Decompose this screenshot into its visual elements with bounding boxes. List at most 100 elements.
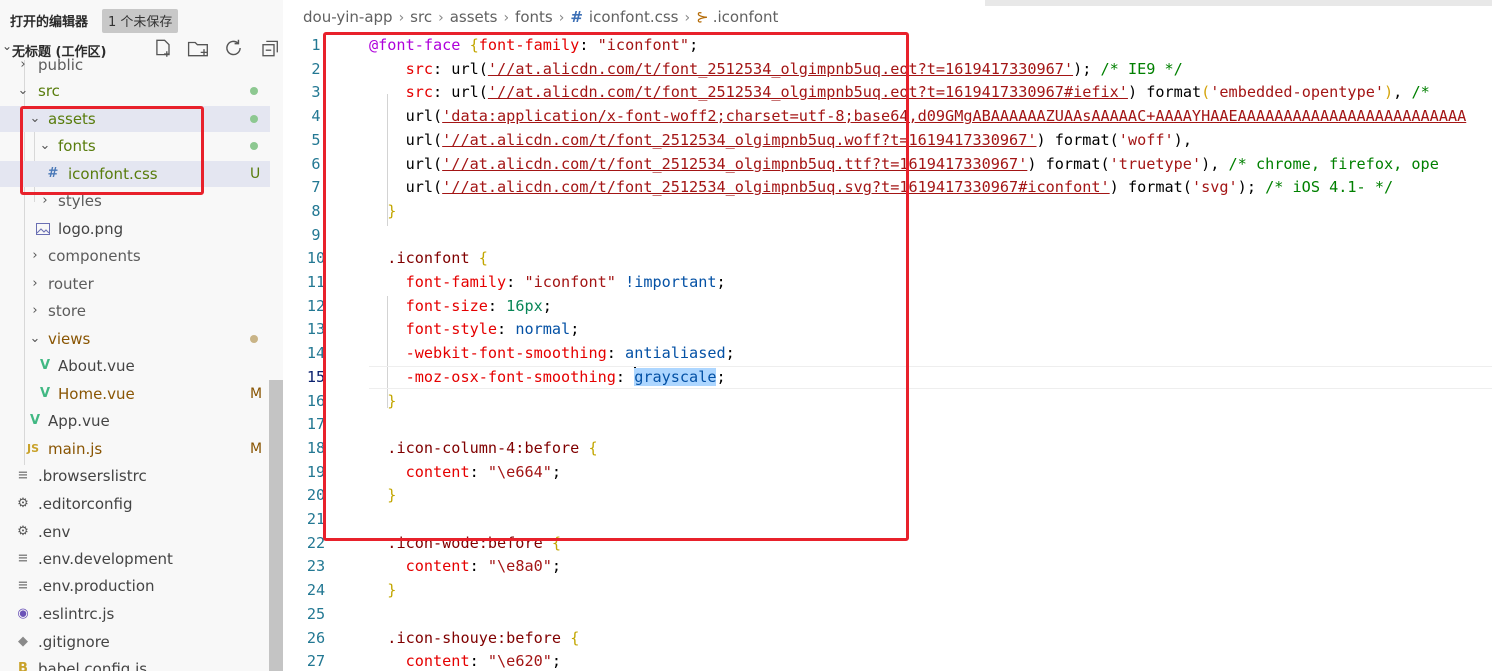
tree-file-editorconfig[interactable]: ⚙ .editorconfig (0, 491, 270, 517)
code-line[interactable]: 18 .icon-column-4:before { (283, 437, 1492, 461)
code-line[interactable]: 3 src: url('//at.alicdn.com/t/font_25125… (283, 81, 1492, 105)
code-line[interactable]: 6 url('//at.alicdn.com/t/font_2512534_ol… (283, 153, 1492, 177)
code-text: content: "\e8a0"; (369, 555, 561, 579)
breadcrumb-item[interactable]: iconfont.css (589, 8, 679, 26)
code-line[interactable]: 11 font-family: "iconfont" !important; (283, 271, 1492, 295)
code-line[interactable]: 16 } (283, 390, 1492, 414)
code-text: src: url('//at.alicdn.com/t/font_2512534… (369, 58, 1183, 82)
code-token: : (579, 36, 598, 54)
code-text: url('data:application/x-font-woff2;chars… (369, 105, 1467, 129)
code-line[interactable]: 17 (283, 413, 1492, 437)
tree-file-home-vue[interactable]: V Home.vue M (0, 381, 270, 407)
code-token: 16px (506, 296, 543, 315)
code-line[interactable]: 12 font-size: 16px; (283, 295, 1492, 319)
code-token: ) format (1127, 83, 1202, 102)
code-editor[interactable]: 1 @font-face {font-family: "iconfont"; 2 s… (283, 34, 1492, 671)
code-token: "\e8a0" (487, 557, 552, 576)
code-token: .icon-column-4:before (387, 438, 580, 457)
code-line[interactable]: 8 } (283, 200, 1492, 224)
code-line[interactable]: 13 font-style: normal; (283, 318, 1492, 342)
tree-file-eslintrc-js[interactable]: ◉ .eslintrc.js (0, 601, 270, 627)
code-line[interactable]: 15 -moz-osx-font-smoothing: grayscale; (283, 365, 1492, 390)
tree-file-env[interactable]: ⚙ .env (0, 519, 270, 545)
code-line[interactable]: 1 @font-face {font-family: "iconfont"; (283, 34, 1492, 58)
code-line[interactable]: 21 (283, 508, 1492, 532)
tree-folder-fonts[interactable]: ⌄ fonts (0, 133, 270, 159)
tree-file-main-js[interactable]: JS main.js M (0, 436, 270, 462)
code-line[interactable]: 19 content: "\e664"; (283, 461, 1492, 485)
code-token: ), (1201, 154, 1229, 173)
code-token: content (405, 652, 470, 671)
tree-file-iconfont-css[interactable]: # iconfont.css U (0, 161, 270, 187)
code-token: ); (1237, 178, 1266, 197)
code-token: '//at.alicdn.com/t/font_2512534_olgimpnb… (442, 130, 1037, 149)
code-line[interactable]: 27 content: "\e620"; (283, 650, 1492, 671)
code-token: } (387, 391, 397, 410)
breadcrumb-item[interactable]: src (410, 8, 432, 26)
code-token: ; (716, 367, 726, 386)
line-number: 23 (306, 557, 326, 576)
line-number: 15 (306, 367, 326, 386)
tree-folder-src[interactable]: ⌄ src (0, 78, 270, 104)
tree-file-env-development[interactable]: ≡ .env.development (0, 546, 270, 572)
tree-folder-views[interactable]: ⌄ views (0, 326, 270, 352)
code-line[interactable]: 4 url('data:application/x-font-woff2;cha… (283, 105, 1492, 129)
code-token: ) format( (1109, 178, 1192, 197)
line-number: 6 (311, 154, 321, 173)
eslint-icon: ◉ (17, 606, 29, 621)
code-token: "\e664" (487, 462, 552, 481)
code-line[interactable]: 22 .icon-wode:before { (283, 532, 1492, 556)
tree-folder-styles[interactable]: › styles (0, 188, 270, 214)
code-line[interactable]: 26 .icon-shouye:before { (283, 627, 1492, 651)
code-line[interactable]: 5 url('//at.alicdn.com/t/font_2512534_ol… (283, 129, 1492, 153)
code-token: } (387, 581, 397, 600)
sidebar-scrollbar[interactable] (269, 380, 283, 671)
tree-file-gitignore[interactable]: ◆ .gitignore (0, 629, 270, 655)
open-editors-header[interactable]: 打开的编辑器 1 个未保存 (0, 6, 283, 34)
tree-folder-assets[interactable]: ⌄ assets (0, 106, 270, 132)
code-line[interactable]: 20 } (283, 484, 1492, 508)
explorer-sidebar: 打开的编辑器 1 个未保存 ⌄ 无标题 (工作区) › public ⌄ src… (0, 0, 283, 671)
code-token: /* IE9 */ (1100, 59, 1183, 78)
code-token: 'woff' (1118, 130, 1174, 149)
tree-folder-components[interactable]: › components (0, 243, 270, 269)
code-line[interactable]: 7 url('//at.alicdn.com/t/font_2512534_ol… (283, 176, 1492, 200)
code-token: -webkit-font-smoothing (405, 344, 607, 363)
code-token: url( (369, 107, 443, 126)
breadcrumb-item[interactable]: .iconfont (713, 8, 779, 26)
tree-file-browserslistrc[interactable]: ≡ .browserslistrc (0, 463, 270, 489)
code-text: -moz-osx-font-smoothing: grayscale; (369, 366, 726, 390)
tree-file-app-vue[interactable]: V App.vue (0, 408, 270, 434)
tree-folder-store[interactable]: › store (0, 298, 270, 324)
breadcrumb-item[interactable]: fonts (515, 8, 553, 26)
code-line[interactable]: 14 -webkit-font-smoothing: antialiased; (283, 342, 1492, 366)
code-token: .iconfont (387, 249, 470, 268)
line-number: 14 (306, 344, 326, 363)
line-number: 18 (306, 438, 326, 457)
code-token: ; (542, 296, 552, 315)
chevron-down-icon: ⌄ (39, 138, 51, 153)
tree-file-logo-png[interactable]: logo.png (0, 216, 270, 242)
breadcrumb-item[interactable]: assets (450, 8, 498, 26)
tree-file-env-production[interactable]: ≡ .env.production (0, 573, 270, 599)
breadcrumb-item[interactable]: dou-yin-app (303, 8, 393, 26)
code-line[interactable]: 23 content: "\e8a0"; (283, 555, 1492, 579)
code-line[interactable]: 2 src: url('//at.alicdn.com/t/font_25125… (283, 58, 1492, 82)
tree-folder-public[interactable]: › public (0, 52, 270, 78)
code-line[interactable]: 24 } (283, 579, 1492, 603)
css-file-icon: # (47, 166, 59, 181)
code-token: { (469, 36, 479, 54)
tree-folder-router[interactable]: › router (0, 271, 270, 297)
code-token: : (615, 367, 635, 386)
code-line[interactable]: 25 (283, 603, 1492, 627)
code-line[interactable]: 10 .iconfont { (283, 247, 1492, 271)
tree-file-about-vue[interactable]: V About.vue (0, 353, 270, 379)
code-line[interactable]: 9 (283, 224, 1492, 248)
tree-file-babel-config-js[interactable]: B babel.config.js (0, 656, 270, 671)
git-modified-dot (250, 133, 258, 159)
